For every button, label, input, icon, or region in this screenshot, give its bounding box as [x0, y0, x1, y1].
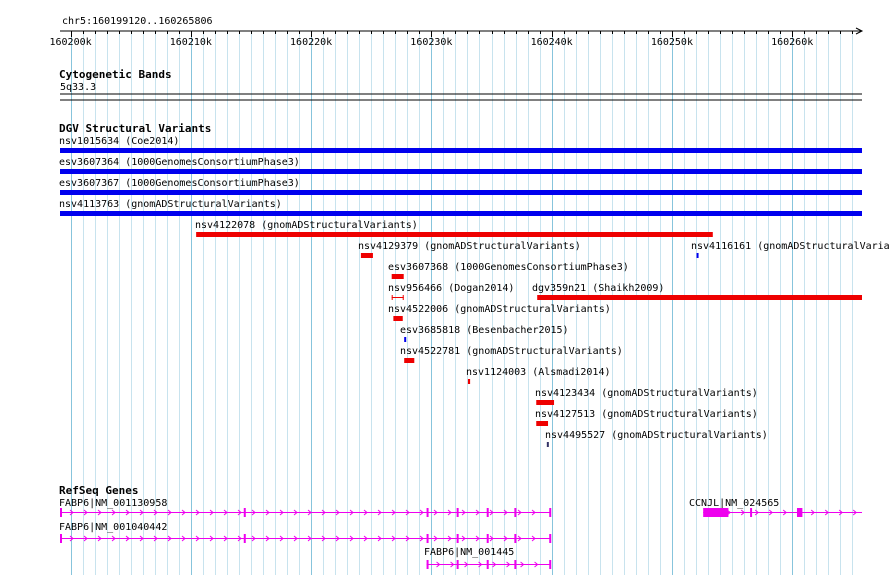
refseq-exon	[486, 508, 489, 517]
refseq-gene-label: FABP6|NM_001040442	[59, 522, 167, 533]
refseq-exon	[514, 508, 517, 517]
dgv-feature-bar	[546, 442, 549, 447]
dgv-feature[interactable]: nsv4123434 (gnomADStructuralVariants)	[535, 388, 758, 405]
dgv-track: DGV Structural Variants nsv1015634 (Coe2…	[59, 122, 890, 447]
refseq-exon	[549, 534, 552, 543]
dgv-feature-bar	[404, 358, 415, 363]
refseq-exon	[60, 534, 62, 543]
dgv-feature-label: nsv4495527 (gnomADStructuralVariants)	[545, 430, 768, 441]
refseq-exon	[426, 534, 429, 543]
dgv-feature-bar	[360, 253, 373, 258]
dgv-feature-bar	[404, 337, 407, 342]
refseq-gene[interactable]: FABP6|NM_001130958	[59, 498, 552, 517]
refseq-gene-label: FABP6|NM_001130958	[59, 498, 167, 509]
dgv-feature-label: esv3607367 (1000GenomesConsortiumPhase3)	[59, 178, 300, 189]
refseq-gene-label: FABP6|NM_001445	[424, 547, 514, 558]
ruler-tick-label: 160240k	[531, 37, 573, 48]
dgv-feature-bar	[536, 400, 555, 405]
refseq-exon	[243, 508, 246, 517]
dgv-feature-bar	[196, 232, 713, 237]
dgv-feature[interactable]: nsv4522781 (gnomADStructuralVariants)	[400, 346, 623, 363]
refseq-exon	[60, 508, 62, 517]
dgv-feature-label: nsv4122078 (gnomADStructuralVariants)	[195, 220, 418, 231]
refseq-exon	[486, 534, 489, 543]
dgv-feature-label: nsv4522781 (gnomADStructuralVariants)	[400, 346, 623, 357]
dgv-feature-label: nsv4522006 (gnomADStructuralVariants)	[388, 304, 611, 315]
dgv-feature-label: nsv4123434 (gnomADStructuralVariants)	[535, 388, 758, 399]
dgv-feature[interactable]: nsv4127513 (gnomADStructuralVariants)	[535, 409, 758, 426]
refseq-exon	[426, 508, 429, 517]
dgv-feature[interactable]: esv3607368 (1000GenomesConsortiumPhase3)	[388, 262, 629, 279]
dgv-feature-bar	[393, 316, 403, 321]
dgv-feature-label: esv3607364 (1000GenomesConsortiumPhase3)	[59, 157, 300, 168]
dgv-feature-label: nsv4116161 (gnomADStructuralVaria	[691, 241, 890, 252]
ruler-tick-label: 160230k	[410, 37, 452, 48]
refseq-gene[interactable]: FABP6|NM_001040442	[59, 522, 552, 543]
background-grid	[71, 31, 853, 575]
refseq-exon	[426, 560, 429, 569]
refseq-exon	[514, 534, 517, 543]
dgv-feature-bar	[696, 253, 699, 258]
dgv-feature[interactable]: nsv4122078 (gnomADStructuralVariants)	[195, 220, 713, 237]
dgv-feature-bar	[60, 190, 862, 195]
dgv-feature-label: nsv4129379 (gnomADStructuralVariants)	[358, 241, 581, 252]
dgv-features: nsv1015634 (Coe2014) esv3607364 (1000Geno…	[59, 136, 890, 447]
refseq-exon	[456, 508, 459, 517]
dgv-feature-bar	[537, 295, 862, 300]
ruler-tick-label: 160210k	[170, 37, 212, 48]
cytoband-label: 5q33.3	[60, 82, 96, 93]
refseq-gene-label: CCNJL|NM_024565	[689, 498, 779, 509]
dgv-feature-label: esv3685818 (Besenbacher2015)	[400, 325, 569, 336]
dgv-feature-label: nsv1015634 (Coe2014)	[59, 136, 179, 147]
dgv-feature-label: nsv956466 (Dogan2014)	[388, 283, 514, 294]
refseq-exon	[514, 560, 517, 569]
ruler-title: chr5:160199120..160265806	[62, 16, 213, 27]
ruler-tick-label: 160260k	[771, 37, 813, 48]
refseq-gene[interactable]: CCNJL|NM_024565	[689, 498, 862, 517]
dgv-feature[interactable]: nsv4522006 (gnomADStructuralVariants)	[388, 304, 611, 321]
dgv-feature[interactable]: esv3607367 (1000GenomesConsortiumPhase3)	[59, 178, 862, 195]
dgv-feature-label: esv3607368 (1000GenomesConsortiumPhase3)	[388, 262, 629, 273]
dgv-feature-label: nsv4113763 (gnomADStructuralVariants)	[59, 199, 282, 210]
refseq-exon	[549, 508, 552, 517]
refseq-exon	[796, 508, 803, 517]
dgv-feature-bar	[536, 421, 549, 426]
dgv-feature[interactable]: esv3685818 (Besenbacher2015)	[400, 325, 569, 342]
ruler-tick-label: 160220k	[290, 37, 332, 48]
ruler-tick-label: 160250k	[651, 37, 693, 48]
refseq-exon	[549, 560, 552, 569]
refseq-exon	[750, 508, 753, 517]
dgv-feature[interactable]: nsv4113763 (gnomADStructuralVariants)	[59, 199, 862, 216]
dgv-feature-bar	[391, 274, 404, 279]
dgv-feature-bar	[60, 211, 862, 216]
ruler-tick-label: 160200k	[50, 37, 92, 48]
cytoband-track-title: Cytogenetic Bands	[59, 68, 172, 81]
dgv-feature[interactable]: nsv4495527 (gnomADStructuralVariants)	[545, 430, 768, 447]
dgv-feature[interactable]: esv3607364 (1000GenomesConsortiumPhase3)	[59, 157, 862, 174]
dgv-feature[interactable]: nsv956466 (Dogan2014)	[388, 283, 514, 300]
dgv-track-title: DGV Structural Variants	[59, 122, 211, 135]
genome-browser-view: chr5:160199120..160265806 160200k 160210k…	[50, 16, 890, 575]
refseq-track-title: RefSeq Genes	[59, 484, 138, 497]
dgv-feature-label: dgv359n21 (Shaikh2009)	[532, 283, 664, 294]
dgv-feature-label: nsv1124003 (Alsmadi2014)	[466, 367, 611, 378]
refseq-exon	[243, 534, 246, 543]
dgv-feature[interactable]: nsv4129379 (gnomADStructuralVariants)	[358, 241, 581, 258]
refseq-exon	[456, 534, 459, 543]
dgv-feature-bar	[467, 379, 471, 384]
refseq-exon	[703, 508, 729, 517]
dgv-feature-bar	[60, 148, 862, 153]
refseq-exon	[456, 560, 459, 569]
dgv-feature-label: nsv4127513 (gnomADStructuralVariants)	[535, 409, 758, 420]
refseq-exon	[486, 560, 489, 569]
dgv-feature-bar	[60, 169, 862, 174]
